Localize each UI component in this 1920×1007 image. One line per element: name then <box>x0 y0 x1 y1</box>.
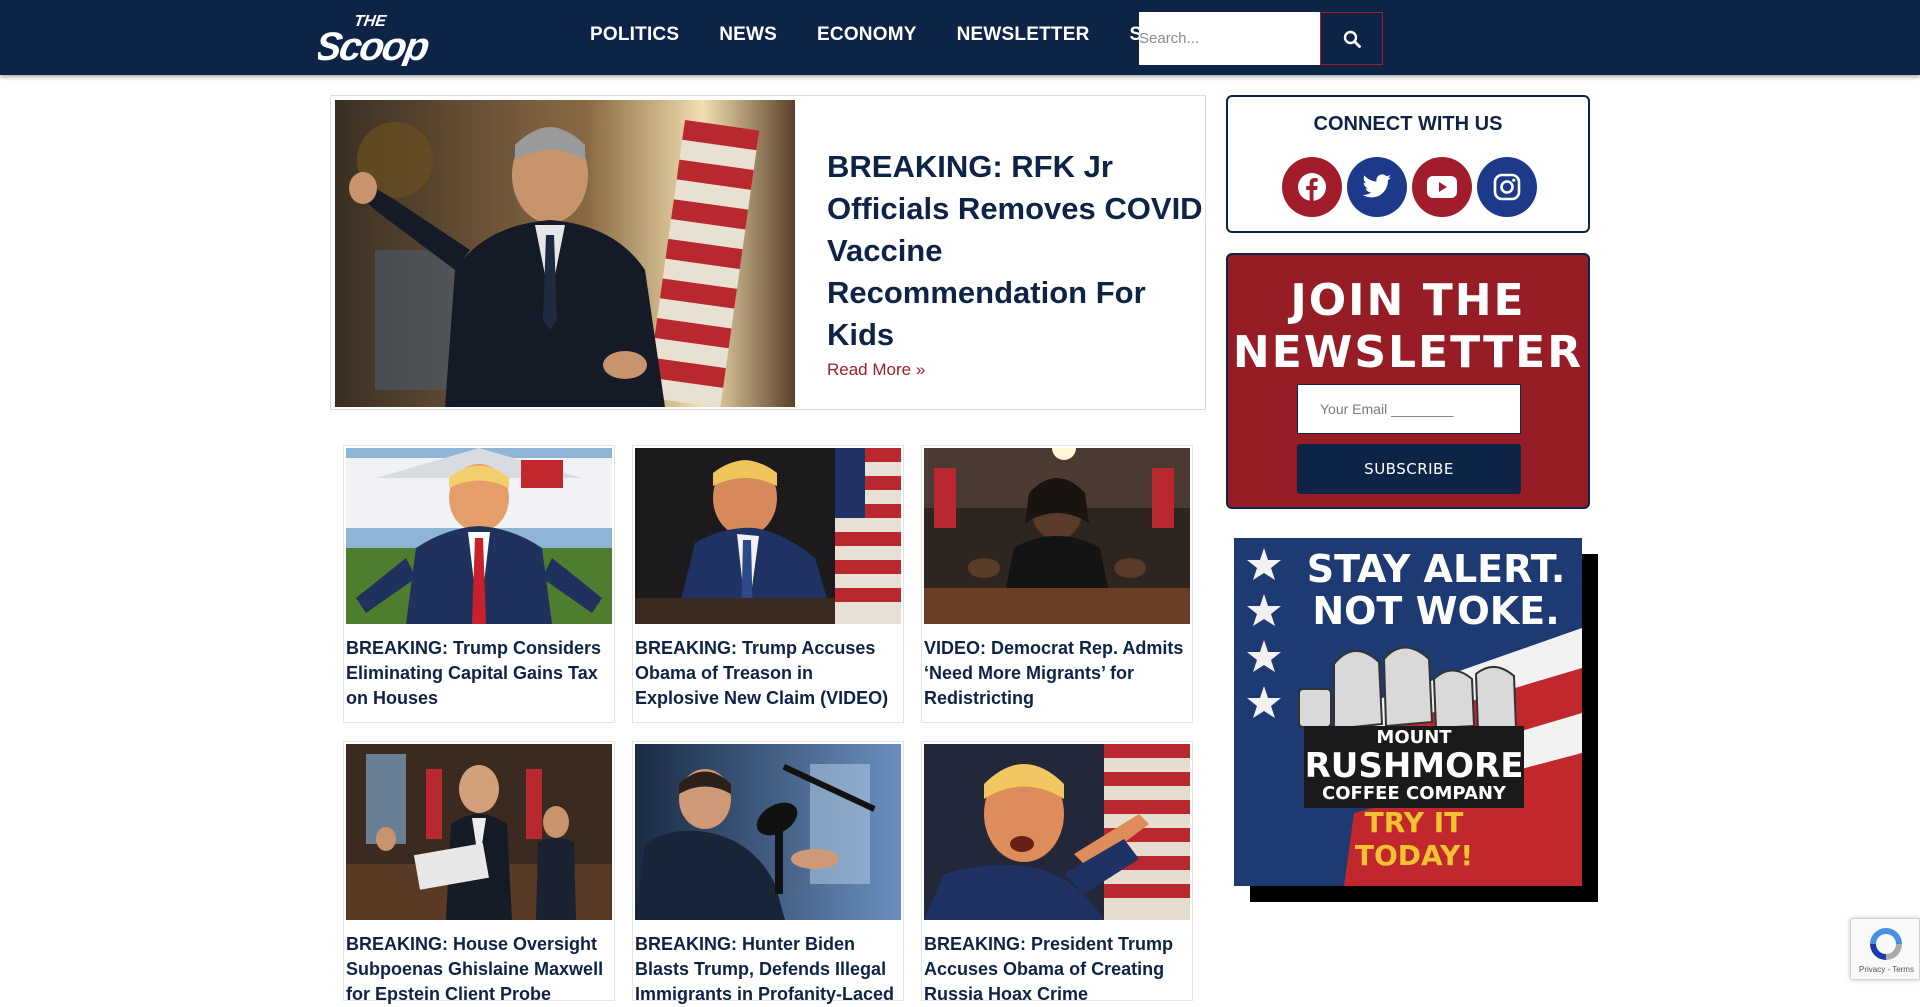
subscribe-button[interactable]: SUBSCRIBE <box>1297 444 1521 494</box>
facebook-icon <box>1298 173 1326 201</box>
site-header: THE Scoop POLITICS NEWS ECONOMY NEWSLETT… <box>0 0 1920 75</box>
recaptcha-links[interactable]: Privacy - Terms <box>1859 965 1914 974</box>
article-card[interactable]: BREAKING: Trump Accuses Obama of Treason… <box>632 445 904 723</box>
article-title[interactable]: BREAKING: Trump Accuses Obama of Treason… <box>635 636 901 711</box>
newsletter-title: JOIN THE NEWSLETTER <box>1228 275 1588 379</box>
search-bar <box>1139 12 1383 65</box>
coffee-ad-banner[interactable]: STAY ALERT. NOT WOKE. MOUNT RUSHMORE COF… <box>1234 538 1582 886</box>
twitter-link[interactable] <box>1347 157 1407 217</box>
featured-headline[interactable]: BREAKING: RFK Jr Officials Removes COVID… <box>827 146 1207 356</box>
svg-text:Scoop: Scoop <box>318 24 433 66</box>
recaptcha-badge[interactable]: Privacy - Terms <box>1850 918 1920 980</box>
connect-widget: CONNECT WITH US <box>1226 95 1590 233</box>
nav-politics[interactable]: POLITICS <box>590 24 679 46</box>
ad-headline-1: STAY ALERT. <box>1306 547 1566 591</box>
article-title[interactable]: BREAKING: House Oversight Subpoenas Ghis… <box>346 932 612 1007</box>
article-card[interactable]: BREAKING: Trump Considers Eliminating Ca… <box>343 445 615 723</box>
article-card[interactable]: VIDEO: Democrat Rep. Admits ‘Need More M… <box>921 445 1193 723</box>
article-card[interactable]: BREAKING: President Trump Accuses Obama … <box>921 741 1193 1004</box>
ad-brand-main: RUSHMORE <box>1304 746 1524 786</box>
article-thumbnail[interactable] <box>924 448 1190 624</box>
connect-title: CONNECT WITH US <box>1313 113 1503 135</box>
main-nav: POLITICS NEWS ECONOMY NEWSLETTER STO <box>590 0 1209 70</box>
newsletter-email-input[interactable] <box>1297 384 1521 434</box>
article-title[interactable]: BREAKING: President Trump Accuses Obama … <box>924 932 1190 1007</box>
nav-news[interactable]: NEWS <box>719 24 777 46</box>
featured-image[interactable] <box>335 100 795 407</box>
ad-cta: TRY IT TODAY! <box>1354 806 1474 872</box>
newsletter-title-line1: JOIN THE <box>1290 275 1526 326</box>
site-logo[interactable]: THE Scoop <box>311 8 456 69</box>
twitter-icon <box>1362 174 1391 198</box>
search-button[interactable] <box>1320 12 1383 65</box>
newsletter-title-line2: NEWSLETTER <box>1232 327 1584 378</box>
search-input[interactable] <box>1139 12 1320 65</box>
read-more-link[interactable]: Read More » <box>827 360 925 380</box>
recaptcha-icon <box>1870 928 1902 960</box>
article-card[interactable]: BREAKING: House Oversight Subpoenas Ghis… <box>343 741 615 1004</box>
instagram-link[interactable] <box>1477 157 1537 217</box>
article-thumbnail[interactable] <box>346 448 612 624</box>
ad-headline-2: NOT WOKE. <box>1312 589 1560 633</box>
article-thumbnail[interactable] <box>924 744 1190 920</box>
ad-brand-sub: COFFEE COMPANY <box>1322 783 1506 804</box>
nav-economy[interactable]: ECONOMY <box>817 24 917 46</box>
featured-article: BREAKING: RFK Jr Officials Removes COVID… <box>330 95 1206 410</box>
article-title[interactable]: VIDEO: Democrat Rep. Admits ‘Need More M… <box>924 636 1190 711</box>
logo-wordmark: THE Scoop <box>311 12 433 69</box>
article-thumbnail[interactable] <box>635 744 901 920</box>
facebook-link[interactable] <box>1282 157 1342 217</box>
youtube-link[interactable] <box>1412 157 1472 217</box>
article-title[interactable]: BREAKING: Hunter Biden Blasts Trump, Def… <box>635 932 901 1007</box>
featured-text: BREAKING: RFK Jr Officials Removes COVID… <box>827 146 1207 380</box>
newsletter-widget: JOIN THE NEWSLETTER SUBSCRIBE <box>1226 253 1590 509</box>
ad-brand-top: MOUNT <box>1376 727 1452 748</box>
instagram-icon <box>1493 173 1521 201</box>
article-card[interactable]: BREAKING: Hunter Biden Blasts Trump, Def… <box>632 741 904 1004</box>
youtube-icon <box>1427 176 1457 198</box>
search-icon <box>1343 30 1361 48</box>
article-thumbnail[interactable] <box>635 448 901 624</box>
nav-newsletter[interactable]: NEWSLETTER <box>957 24 1090 46</box>
article-thumbnail[interactable] <box>346 744 612 920</box>
article-title[interactable]: BREAKING: Trump Considers Eliminating Ca… <box>346 636 612 711</box>
